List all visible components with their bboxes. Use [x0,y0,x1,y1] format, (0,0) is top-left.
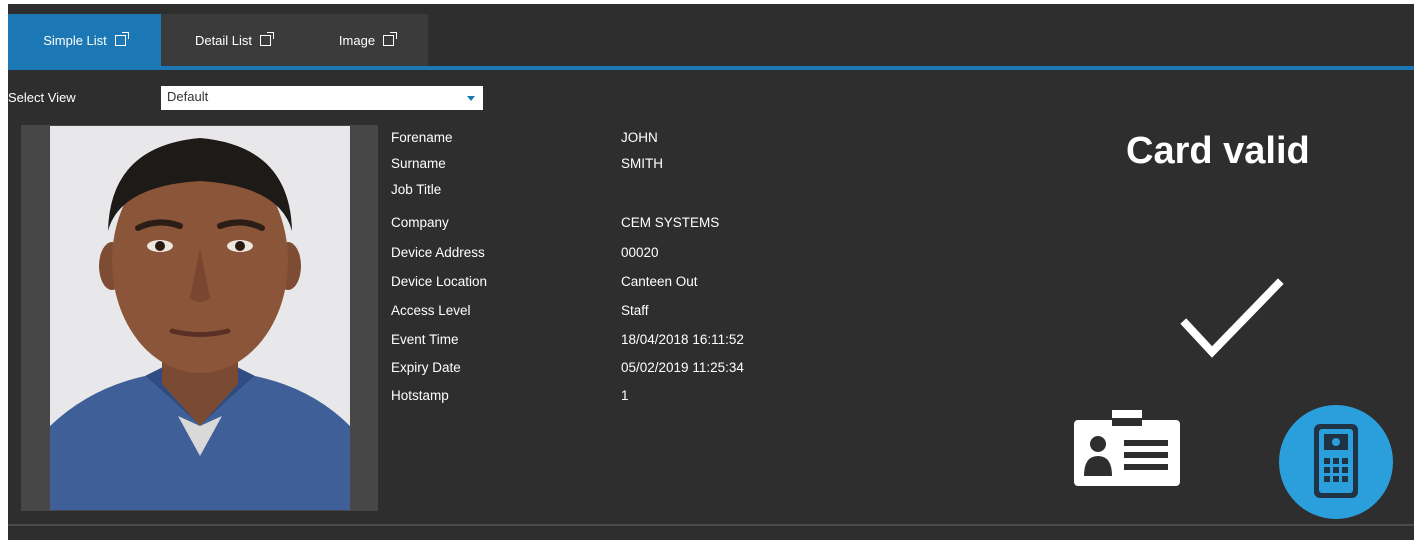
divider [8,524,1414,526]
external-link-icon [383,31,398,46]
tab-label: Simple List [43,32,107,48]
detail-value: 1 [621,388,629,403]
tab-underline [8,66,1414,70]
detail-label: Event Time [391,332,459,347]
tab-label: Detail List [194,32,253,48]
id-badge-icon [1074,410,1180,486]
detail-value: 00020 [621,245,659,260]
detail-value: 18/04/2018 16:11:52 [621,332,744,347]
select-view-label: Select View [8,90,76,105]
detail-value: 05/02/2019 11:25:34 [621,360,744,375]
detail-label: Expiry Date [391,360,461,375]
card-status-text: Card valid [1126,130,1310,172]
detail-label: Device Address [391,245,485,260]
view-select-value: Default [167,89,209,104]
detail-label: Surname [391,156,446,171]
detail-label: Company [391,215,449,230]
detail-value: SMITH [621,156,663,171]
external-link-icon [114,31,129,46]
detail-label: Forename [391,130,453,145]
detail-value: CEM SYSTEMS [621,215,720,230]
detail-value: Canteen Out [621,274,698,289]
chevron-down-icon [467,96,475,101]
detail-label: Device Location [391,274,488,289]
detail-label: Hotstamp [391,388,449,403]
check-icon [1180,278,1284,358]
detail-label: Job Title [391,182,442,197]
card-reader-icon [1279,405,1393,519]
tab-label: Image [338,32,376,48]
access-event-viewer: Simple List Detail List Image Select Vie… [8,4,1414,540]
tab-bar: Simple List Detail List Image [8,14,1414,66]
external-link-icon [260,31,275,46]
person-photo [50,126,350,510]
detail-value: JOHN [621,130,658,145]
detail-label: Access Level [391,303,471,318]
tab-detail-list[interactable]: Detail List [161,14,305,66]
detail-value: Staff [621,303,649,318]
tab-image[interactable]: Image [305,14,428,66]
tab-simple-list[interactable]: Simple List [8,14,161,66]
view-select[interactable]: Default [161,86,483,110]
